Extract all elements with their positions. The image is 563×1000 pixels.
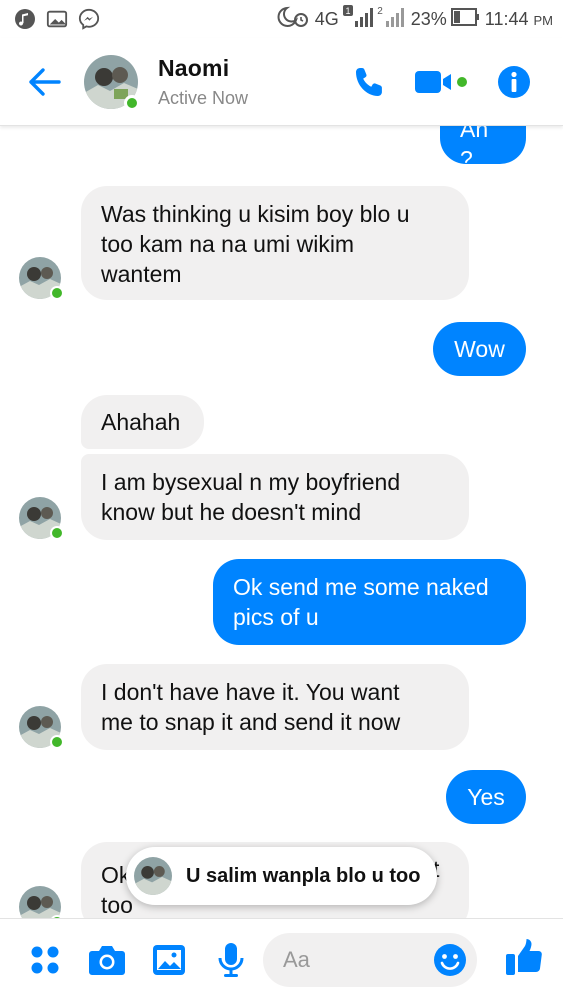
image-icon (153, 944, 185, 975)
more-actions-button[interactable] (26, 941, 64, 979)
thumbs-up-icon (506, 939, 542, 975)
contact-name[interactable]: Naomi (158, 55, 248, 82)
video-call-button[interactable] (413, 67, 471, 97)
online-indicator (50, 735, 64, 749)
messenger-notification-icon (78, 8, 100, 30)
status-bar: 4G 1 2 23% 11:44 PM (0, 0, 563, 38)
music-notification-icon (14, 8, 36, 30)
video-camera-icon (415, 70, 467, 93)
like-button[interactable] (505, 937, 543, 982)
battery-percent: 23% (410, 8, 447, 29)
image-notification-icon (46, 8, 68, 30)
svg-text:2: 2 (377, 6, 383, 17)
message-bubble-outgoing[interactable]: Ok send me some naked pics of u (213, 559, 526, 645)
clock: 11:44 PM (484, 8, 553, 29)
contact-status: Active Now (158, 87, 249, 108)
online-indicator (124, 94, 140, 111)
contact-avatar[interactable] (84, 54, 140, 111)
message-bubble-outgoing[interactable]: Wow (433, 322, 526, 376)
message-bubble-outgoing[interactable]: Yes (446, 770, 526, 824)
camera-icon (89, 945, 125, 975)
message-list[interactable]: Ah ? Was thinking u kisim boy blo u too … (0, 126, 563, 918)
message-input[interactable] (283, 947, 423, 973)
message-bubble-incoming[interactable]: I don't have have it. You want me to sna… (81, 664, 469, 750)
online-indicator (50, 526, 64, 540)
microphone-icon (218, 942, 244, 977)
battery-icon (450, 7, 481, 32)
message-bubble-incoming[interactable]: Was thinking u kisim boy blo u too kam n… (81, 186, 469, 300)
sender-avatar[interactable] (19, 886, 64, 918)
back-button[interactable] (14, 52, 74, 112)
sim1-signal-icon: 1 (342, 4, 373, 34)
network-type: 4G (314, 8, 339, 29)
composer-bar (0, 918, 563, 1000)
toast-avatar (134, 857, 172, 895)
grid-dots-icon (31, 946, 59, 973)
sim2-signal-icon: 2 (377, 5, 407, 34)
gallery-button[interactable] (150, 941, 188, 979)
toast-text: U salim wanpla blo u too (186, 864, 421, 887)
message-bubble-incoming[interactable]: Ahahah (81, 395, 204, 449)
phone-icon (356, 67, 382, 96)
emoji-button[interactable] (433, 943, 467, 982)
message-input-field[interactable] (263, 933, 477, 987)
message-bubble-outgoing[interactable]: Ah ? (440, 126, 526, 172)
sender-avatar[interactable] (19, 257, 64, 300)
voice-call-button[interactable] (353, 65, 387, 99)
info-icon (498, 65, 530, 98)
conversation-info-button[interactable] (497, 65, 531, 99)
back-arrow-icon (29, 67, 61, 96)
smiley-icon (434, 944, 466, 976)
camera-button[interactable] (88, 941, 126, 979)
sender-avatar[interactable] (19, 497, 64, 540)
new-message-toast[interactable]: U salim wanpla blo u too (126, 847, 437, 905)
voice-message-button[interactable] (212, 941, 250, 979)
svg-text:1: 1 (345, 6, 350, 16)
alarm-moon-icon (277, 5, 311, 34)
sender-avatar[interactable] (19, 706, 64, 749)
conversation-header: Naomi Active Now (0, 38, 563, 126)
online-indicator (50, 286, 64, 300)
message-bubble-incoming[interactable]: I am bysexual n my boyfriend know but he… (81, 454, 469, 540)
